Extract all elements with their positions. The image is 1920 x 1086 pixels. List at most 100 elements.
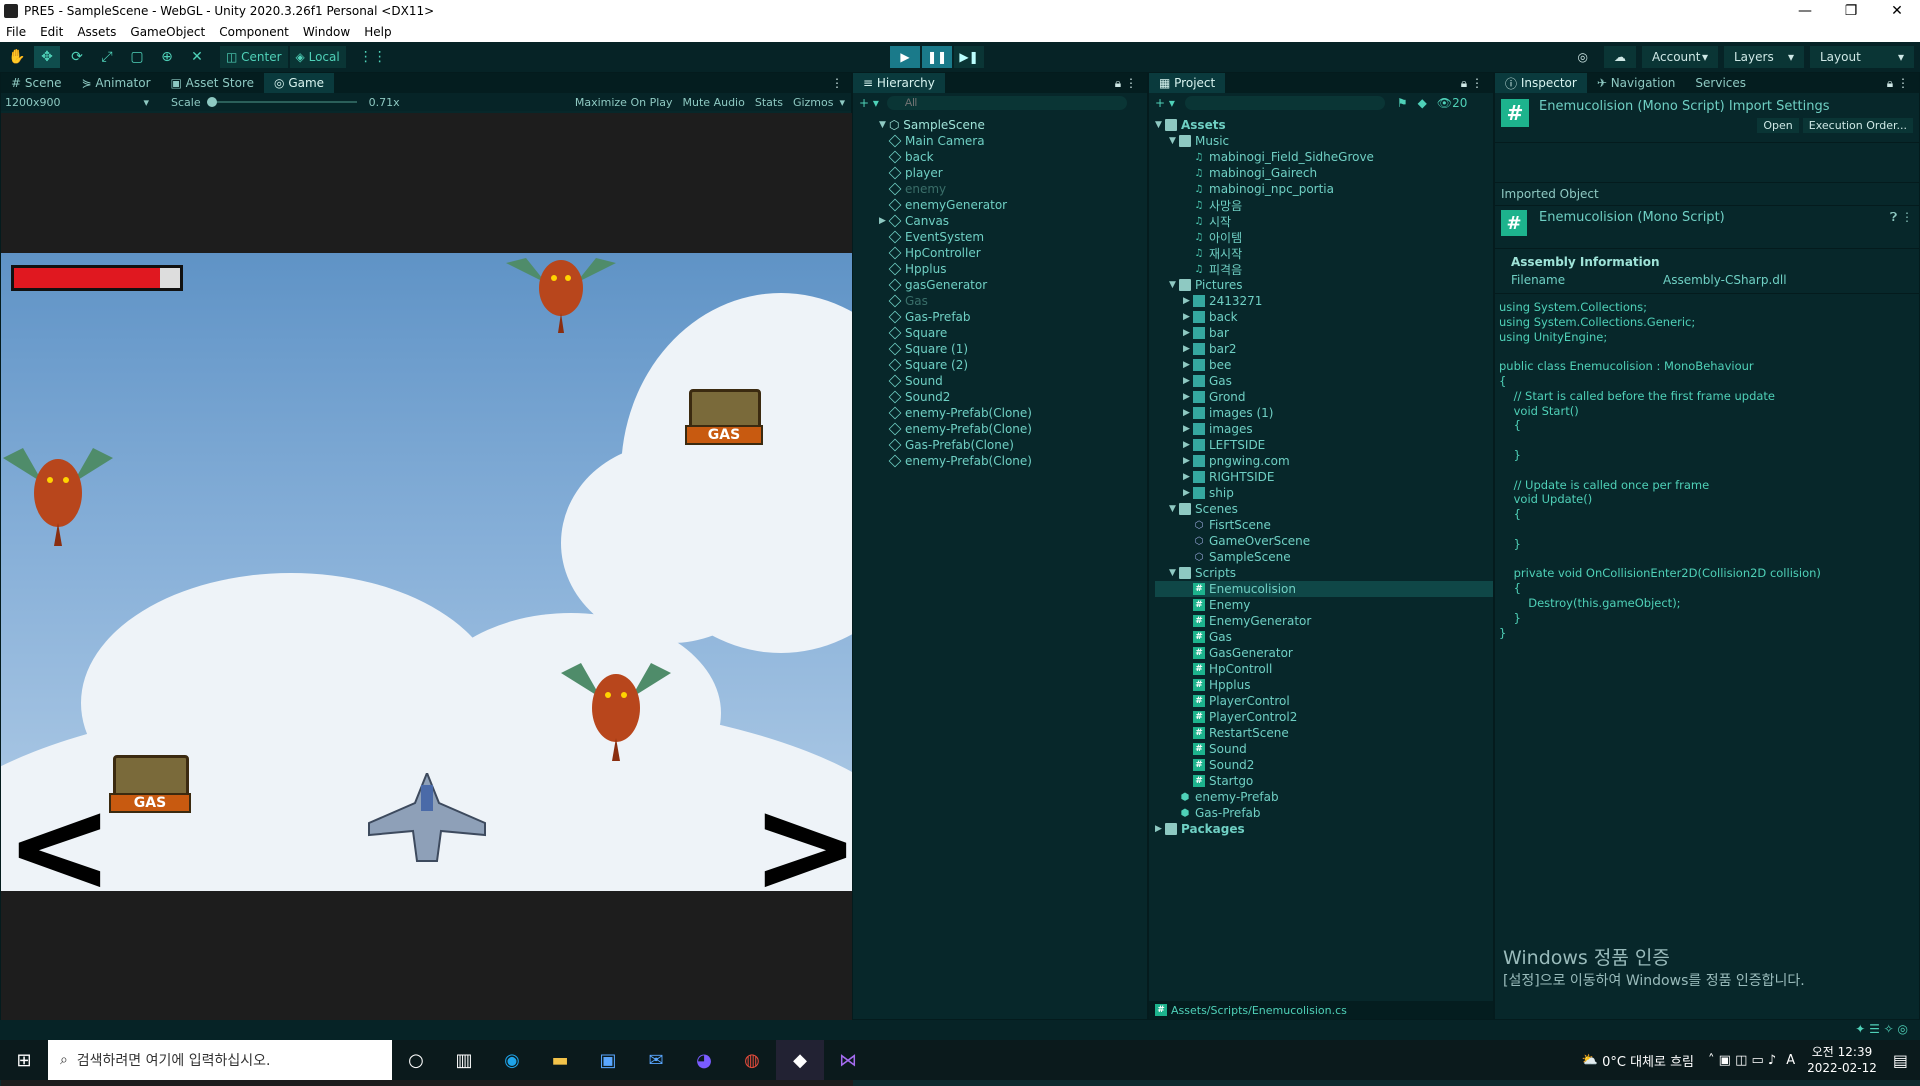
rotate-tool-icon[interactable]: ⟳ bbox=[64, 46, 90, 68]
gizmos-toggle[interactable]: Gizmos bbox=[793, 96, 834, 109]
project-item-image[interactable]: ▶ images (1) bbox=[1155, 405, 1493, 421]
left-arrow-button[interactable]: < bbox=[5, 781, 114, 891]
project-item-audio[interactable]: ♫ mabinogi_Gairech bbox=[1155, 165, 1493, 181]
store-icon[interactable]: ▣ bbox=[584, 1040, 632, 1080]
notification-icon[interactable]: ▤ bbox=[1893, 1051, 1908, 1070]
play-button[interactable]: ▶ bbox=[890, 46, 920, 68]
maximize-button[interactable]: ❐ bbox=[1828, 3, 1874, 19]
hierarchy-item[interactable]: player bbox=[879, 165, 1147, 181]
add-object-button[interactable]: + ▾ bbox=[859, 96, 879, 110]
clock[interactable]: 오전 12:39 2022-02-12 bbox=[1807, 1044, 1877, 1076]
hierarchy-item[interactable]: enemy bbox=[879, 181, 1147, 197]
panel-menu-icon[interactable]: ⋮ bbox=[831, 76, 851, 90]
tab-asset-store[interactable]: ▣ Asset Store bbox=[161, 73, 265, 93]
project-item-image[interactable]: ▶ ship bbox=[1155, 485, 1493, 501]
scale-slider-handle[interactable] bbox=[206, 97, 217, 107]
project-item-folder[interactable]: ▼ Music bbox=[1155, 133, 1493, 149]
project-item-audio[interactable]: ♫ mabinogi_npc_portia bbox=[1155, 181, 1493, 197]
project-item-script[interactable]: # PlayerControl2 bbox=[1155, 709, 1493, 725]
layers-dropdown[interactable]: Layers ▾ bbox=[1724, 46, 1804, 68]
visual-studio-icon[interactable]: ⋈ bbox=[824, 1040, 872, 1080]
project-item-script[interactable]: # Gas bbox=[1155, 629, 1493, 645]
pause-button[interactable]: ❚❚ bbox=[922, 46, 952, 68]
collab-icon[interactable]: ◎ bbox=[1568, 46, 1598, 68]
hierarchy-item[interactable]: enemy-Prefab(Clone) bbox=[879, 453, 1147, 469]
project-item-image[interactable]: ▶ back bbox=[1155, 309, 1493, 325]
minimize-button[interactable]: — bbox=[1782, 3, 1828, 19]
project-item-image[interactable]: ▶ RIGHTSIDE bbox=[1155, 469, 1493, 485]
game-view[interactable]: GAS GAS < > bbox=[1, 113, 853, 1086]
stats-toggle[interactable]: Stats bbox=[755, 96, 783, 109]
menu-file[interactable]: File bbox=[6, 25, 26, 39]
edge-icon[interactable]: ◉ bbox=[488, 1040, 536, 1080]
hand-tool-icon[interactable]: ✋ bbox=[4, 46, 30, 68]
label-icon[interactable]: ◆ bbox=[1418, 96, 1427, 110]
mute-audio-toggle[interactable]: Mute Audio bbox=[683, 96, 745, 109]
tab-game[interactable]: ◎ Game bbox=[264, 73, 335, 93]
project-item-image[interactable]: ▶ Grond bbox=[1155, 389, 1493, 405]
project-item-script[interactable]: # Enemucolision bbox=[1155, 581, 1493, 597]
project-item-image[interactable]: ▶ images bbox=[1155, 421, 1493, 437]
mail-icon[interactable]: ✉ bbox=[632, 1040, 680, 1080]
lock-icon[interactable]: 🔒︎ ⋮ bbox=[1887, 76, 1919, 91]
hierarchy-item[interactable]: Main Camera bbox=[879, 133, 1147, 149]
tab-project[interactable]: ▦ Project bbox=[1149, 73, 1226, 93]
gizmos-chevron-icon[interactable]: ▾ bbox=[839, 96, 851, 109]
project-item-image[interactable]: ▶ bar bbox=[1155, 325, 1493, 341]
discord-icon[interactable]: ◕ bbox=[680, 1040, 728, 1080]
project-item-audio[interactable]: ♫ mabinogi_Field_SidheGrove bbox=[1155, 149, 1493, 165]
hierarchy-item[interactable]: Sound bbox=[879, 373, 1147, 389]
tray-icons[interactable]: ˄ ▣ ◫ ▭ ♪ bbox=[1708, 1053, 1776, 1068]
hierarchy-item[interactable]: Hpplus bbox=[879, 261, 1147, 277]
scale-tool-icon[interactable]: ⤢ bbox=[94, 46, 120, 68]
hierarchy-item[interactable]: EventSystem bbox=[879, 229, 1147, 245]
lock-icon[interactable]: 🔒︎ ⋮ bbox=[1461, 76, 1493, 91]
project-item-audio[interactable]: ♫ 재시작 bbox=[1155, 245, 1493, 261]
hierarchy-item[interactable]: Gas-Prefab bbox=[879, 309, 1147, 325]
grid-snap-icon[interactable]: ⋮⋮ bbox=[359, 46, 387, 68]
hierarchy-item[interactable]: enemyGenerator bbox=[879, 197, 1147, 213]
project-item-image[interactable]: ▶ Gas bbox=[1155, 373, 1493, 389]
hierarchy-item[interactable]: Sound2 bbox=[879, 389, 1147, 405]
pivot-center-toggle[interactable]: ◫ Center bbox=[220, 46, 288, 68]
project-item-folder[interactable]: ▶ Packages bbox=[1155, 821, 1493, 837]
start-button[interactable]: ⊞ bbox=[0, 1040, 48, 1080]
project-item-prefab[interactable]: ⬢ Gas-Prefab bbox=[1155, 805, 1493, 821]
taskbar-search[interactable]: ⌕ 검색하려면 여기에 입력하십시오. bbox=[48, 1040, 392, 1080]
hierarchy-item[interactable]: Square (2) bbox=[879, 357, 1147, 373]
pivot-local-toggle[interactable]: ◈ Local bbox=[289, 46, 346, 68]
menu-gameobject[interactable]: GameObject bbox=[130, 25, 205, 39]
menu-component[interactable]: Component bbox=[219, 25, 289, 39]
open-button[interactable]: Open bbox=[1757, 118, 1799, 133]
project-item-script[interactable]: # PlayerControl bbox=[1155, 693, 1493, 709]
project-item-script[interactable]: # Hpplus bbox=[1155, 677, 1493, 693]
project-item-folder[interactable]: ▼ Pictures bbox=[1155, 277, 1493, 293]
file-explorer-icon[interactable]: ▬ bbox=[536, 1040, 584, 1080]
project-item-audio[interactable]: ♫ 사망음 bbox=[1155, 197, 1493, 213]
tab-animator[interactable]: ⋟ Animator bbox=[71, 73, 160, 93]
hierarchy-item[interactable]: Square bbox=[879, 325, 1147, 341]
project-item-audio[interactable]: ♫ 시작 bbox=[1155, 213, 1493, 229]
project-item-image[interactable]: ▶ 2413271 bbox=[1155, 293, 1493, 309]
project-item-folder[interactable]: ▼ Assets bbox=[1155, 117, 1493, 133]
chrome-icon[interactable]: ◍ bbox=[728, 1040, 776, 1080]
project-item-folder[interactable]: ▼ Scripts bbox=[1155, 565, 1493, 581]
project-item-scene[interactable]: ⬡ GameOverScene bbox=[1155, 533, 1493, 549]
execution-order-button[interactable]: Execution Order... bbox=[1802, 118, 1913, 133]
project-item-folder[interactable]: ▼ Scenes bbox=[1155, 501, 1493, 517]
hierarchy-item[interactable]: HpController bbox=[879, 245, 1147, 261]
step-button[interactable]: ▶❚ bbox=[954, 46, 984, 68]
project-item-script[interactable]: # Enemy bbox=[1155, 597, 1493, 613]
scale-slider[interactable] bbox=[206, 97, 357, 107]
project-item-script[interactable]: # EnemyGenerator bbox=[1155, 613, 1493, 629]
hierarchy-item[interactable]: ▶ Canvas bbox=[879, 213, 1147, 229]
project-item-script[interactable]: # Sound2 bbox=[1155, 757, 1493, 773]
hierarchy-search-input[interactable] bbox=[886, 96, 1127, 110]
tab-navigation[interactable]: ✈ Navigation bbox=[1587, 73, 1686, 93]
close-button[interactable]: ✕ bbox=[1874, 3, 1920, 19]
scene-root[interactable]: ▼ ⬡ SampleScene bbox=[879, 117, 1147, 133]
ime-indicator[interactable]: A bbox=[1786, 1053, 1795, 1068]
menu-edit[interactable]: Edit bbox=[40, 25, 63, 39]
move-tool-icon[interactable]: ✥ bbox=[34, 46, 60, 68]
resolution-dropdown[interactable]: 1200x900 ▾ bbox=[5, 96, 155, 109]
